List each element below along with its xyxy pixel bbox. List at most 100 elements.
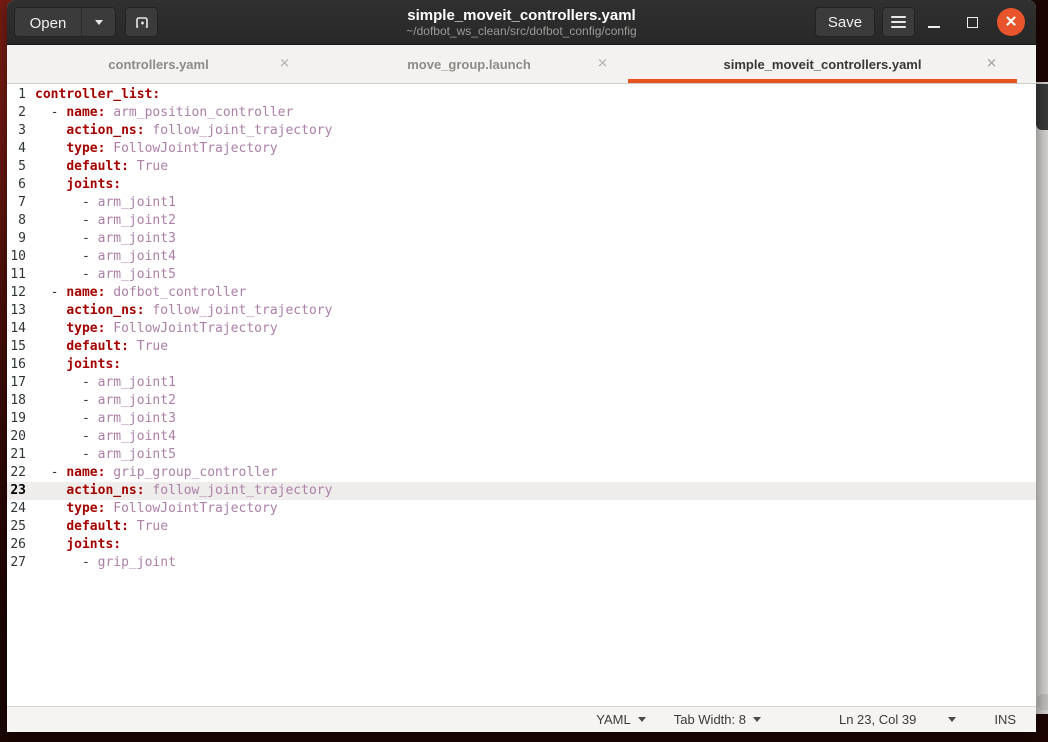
tab-bar-filler	[1017, 45, 1036, 83]
text-editor-area[interactable]: 1controller_list:2 - name: arm_position_…	[7, 84, 1036, 706]
language-label: YAML	[596, 712, 630, 727]
line-text: action_ns: follow_joint_trajectory	[35, 122, 332, 140]
language-selector[interactable]: YAML	[596, 712, 645, 727]
line-text: default: True	[35, 158, 168, 176]
active-tab-underline	[628, 79, 1017, 83]
line-number: 3	[7, 122, 26, 140]
line-text: - arm_joint4	[35, 428, 176, 446]
chevron-down-icon	[638, 717, 646, 722]
line-number: 6	[7, 176, 26, 194]
tab-width-label: Tab Width: 8	[674, 712, 746, 727]
code-line[interactable]: 27 - grip_joint	[7, 554, 1036, 572]
minimize-button[interactable]	[915, 7, 953, 37]
line-number: 14	[7, 320, 26, 338]
code-line[interactable]: 25 default: True	[7, 518, 1036, 536]
close-icon: ✕	[1005, 14, 1018, 29]
new-document-button[interactable]	[125, 7, 158, 37]
code-line[interactable]: 5 default: True	[7, 158, 1036, 176]
background-window-scroll-nub	[1037, 694, 1048, 710]
active-tab-underline	[7, 79, 310, 83]
line-text: - name: arm_position_controller	[35, 104, 293, 122]
code-line[interactable]: 2 - name: arm_position_controller	[7, 104, 1036, 122]
goto-line-dropdown[interactable]	[948, 717, 956, 722]
line-number: 24	[7, 500, 26, 518]
line-text: - arm_joint1	[35, 374, 176, 392]
line-number: 13	[7, 302, 26, 320]
code-line[interactable]: 23 action_ns: follow_joint_trajectory	[7, 482, 1036, 500]
insert-mode-indicator[interactable]: INS	[994, 712, 1016, 727]
line-text: - name: dofbot_controller	[35, 284, 246, 302]
tab-label: simple_moveit_controllers.yaml	[724, 57, 922, 72]
line-text: default: True	[35, 518, 168, 536]
cursor-position-label: Ln 23, Col 39	[839, 712, 916, 727]
window-subtitle: ~/dofbot_ws_clean/src/dofbot_config/conf…	[406, 24, 636, 38]
line-text: type: FollowJointTrajectory	[35, 320, 278, 338]
code-line[interactable]: 3 action_ns: follow_joint_trajectory	[7, 122, 1036, 140]
code-line[interactable]: 10 - arm_joint4	[7, 248, 1036, 266]
code-line[interactable]: 21 - arm_joint5	[7, 446, 1036, 464]
code-line[interactable]: 12 - name: dofbot_controller	[7, 284, 1036, 302]
chevron-down-icon	[753, 717, 761, 722]
tab-close-icon[interactable]: ✕	[279, 57, 290, 72]
hamburger-menu-button[interactable]	[882, 7, 915, 37]
line-text: - grip_joint	[35, 554, 176, 572]
line-text: - arm_joint3	[35, 230, 176, 248]
code-line[interactable]: 6 joints:	[7, 176, 1036, 194]
line-text: - arm_joint3	[35, 410, 176, 428]
tab-close-icon[interactable]: ✕	[986, 57, 997, 72]
tab-bar: controllers.yaml✕move_group.launch✕simpl…	[7, 45, 1036, 84]
open-button[interactable]: Open	[15, 8, 81, 37]
code-line[interactable]: 9 - arm_joint3	[7, 230, 1036, 248]
code-line[interactable]: 14 type: FollowJointTrajectory	[7, 320, 1036, 338]
line-number: 2	[7, 104, 26, 122]
close-button[interactable]: ✕	[997, 8, 1025, 36]
insert-mode-label: INS	[994, 712, 1016, 727]
line-number: 21	[7, 446, 26, 464]
line-text: joints:	[35, 356, 121, 374]
tab-controllers-yaml[interactable]: controllers.yaml✕	[7, 45, 310, 83]
tab-close-icon[interactable]: ✕	[597, 57, 608, 72]
maximize-icon	[967, 17, 978, 28]
code-line[interactable]: 7 - arm_joint1	[7, 194, 1036, 212]
code-line[interactable]: 8 - arm_joint2	[7, 212, 1036, 230]
line-number: 12	[7, 284, 26, 302]
save-button[interactable]: Save	[815, 7, 875, 37]
code-line[interactable]: 15 default: True	[7, 338, 1036, 356]
line-number: 5	[7, 158, 26, 176]
line-number: 20	[7, 428, 26, 446]
tab-simple-moveit-controllers-yaml[interactable]: simple_moveit_controllers.yaml ✕	[628, 45, 1017, 83]
line-number: 25	[7, 518, 26, 536]
maximize-button[interactable]	[953, 7, 991, 37]
code-line[interactable]: 1controller_list:	[7, 86, 1036, 104]
code-line[interactable]: 17 - arm_joint1	[7, 374, 1036, 392]
line-text: - arm_joint2	[35, 392, 176, 410]
gedit-window: Open simple_moveit_controllers.yaml ~/do…	[7, 0, 1036, 732]
line-number: 23	[7, 482, 26, 500]
desktop-background: Open simple_moveit_controllers.yaml ~/do…	[0, 0, 1048, 742]
tab-label: move_group.launch	[407, 57, 531, 72]
line-number: 17	[7, 374, 26, 392]
line-text: default: True	[35, 338, 168, 356]
line-text: - arm_joint5	[35, 266, 176, 284]
code-line[interactable]: 18 - arm_joint2	[7, 392, 1036, 410]
tab-width-selector[interactable]: Tab Width: 8	[674, 712, 761, 727]
code-line[interactable]: 22 - name: grip_group_controller	[7, 464, 1036, 482]
titlebar[interactable]: Open simple_moveit_controllers.yaml ~/do…	[7, 0, 1036, 45]
code-line[interactable]: 4 type: FollowJointTrajectory	[7, 140, 1036, 158]
code-line[interactable]: 20 - arm_joint4	[7, 428, 1036, 446]
line-text: - arm_joint2	[35, 212, 176, 230]
code-line[interactable]: 13 action_ns: follow_joint_trajectory	[7, 302, 1036, 320]
code-line[interactable]: 16 joints:	[7, 356, 1036, 374]
line-text: type: FollowJointTrajectory	[35, 500, 278, 518]
line-number: 18	[7, 392, 26, 410]
line-number: 11	[7, 266, 26, 284]
code-line[interactable]: 19 - arm_joint3	[7, 410, 1036, 428]
code-line[interactable]: 24 type: FollowJointTrajectory	[7, 500, 1036, 518]
tab-move-group-launch[interactable]: move_group.launch ✕	[310, 45, 628, 83]
code-line[interactable]: 11 - arm_joint5	[7, 266, 1036, 284]
line-number: 8	[7, 212, 26, 230]
open-dropdown-button[interactable]	[81, 8, 115, 36]
code-line[interactable]: 26 joints:	[7, 536, 1036, 554]
line-text: action_ns: follow_joint_trajectory	[35, 482, 332, 500]
line-text: joints:	[35, 176, 121, 194]
